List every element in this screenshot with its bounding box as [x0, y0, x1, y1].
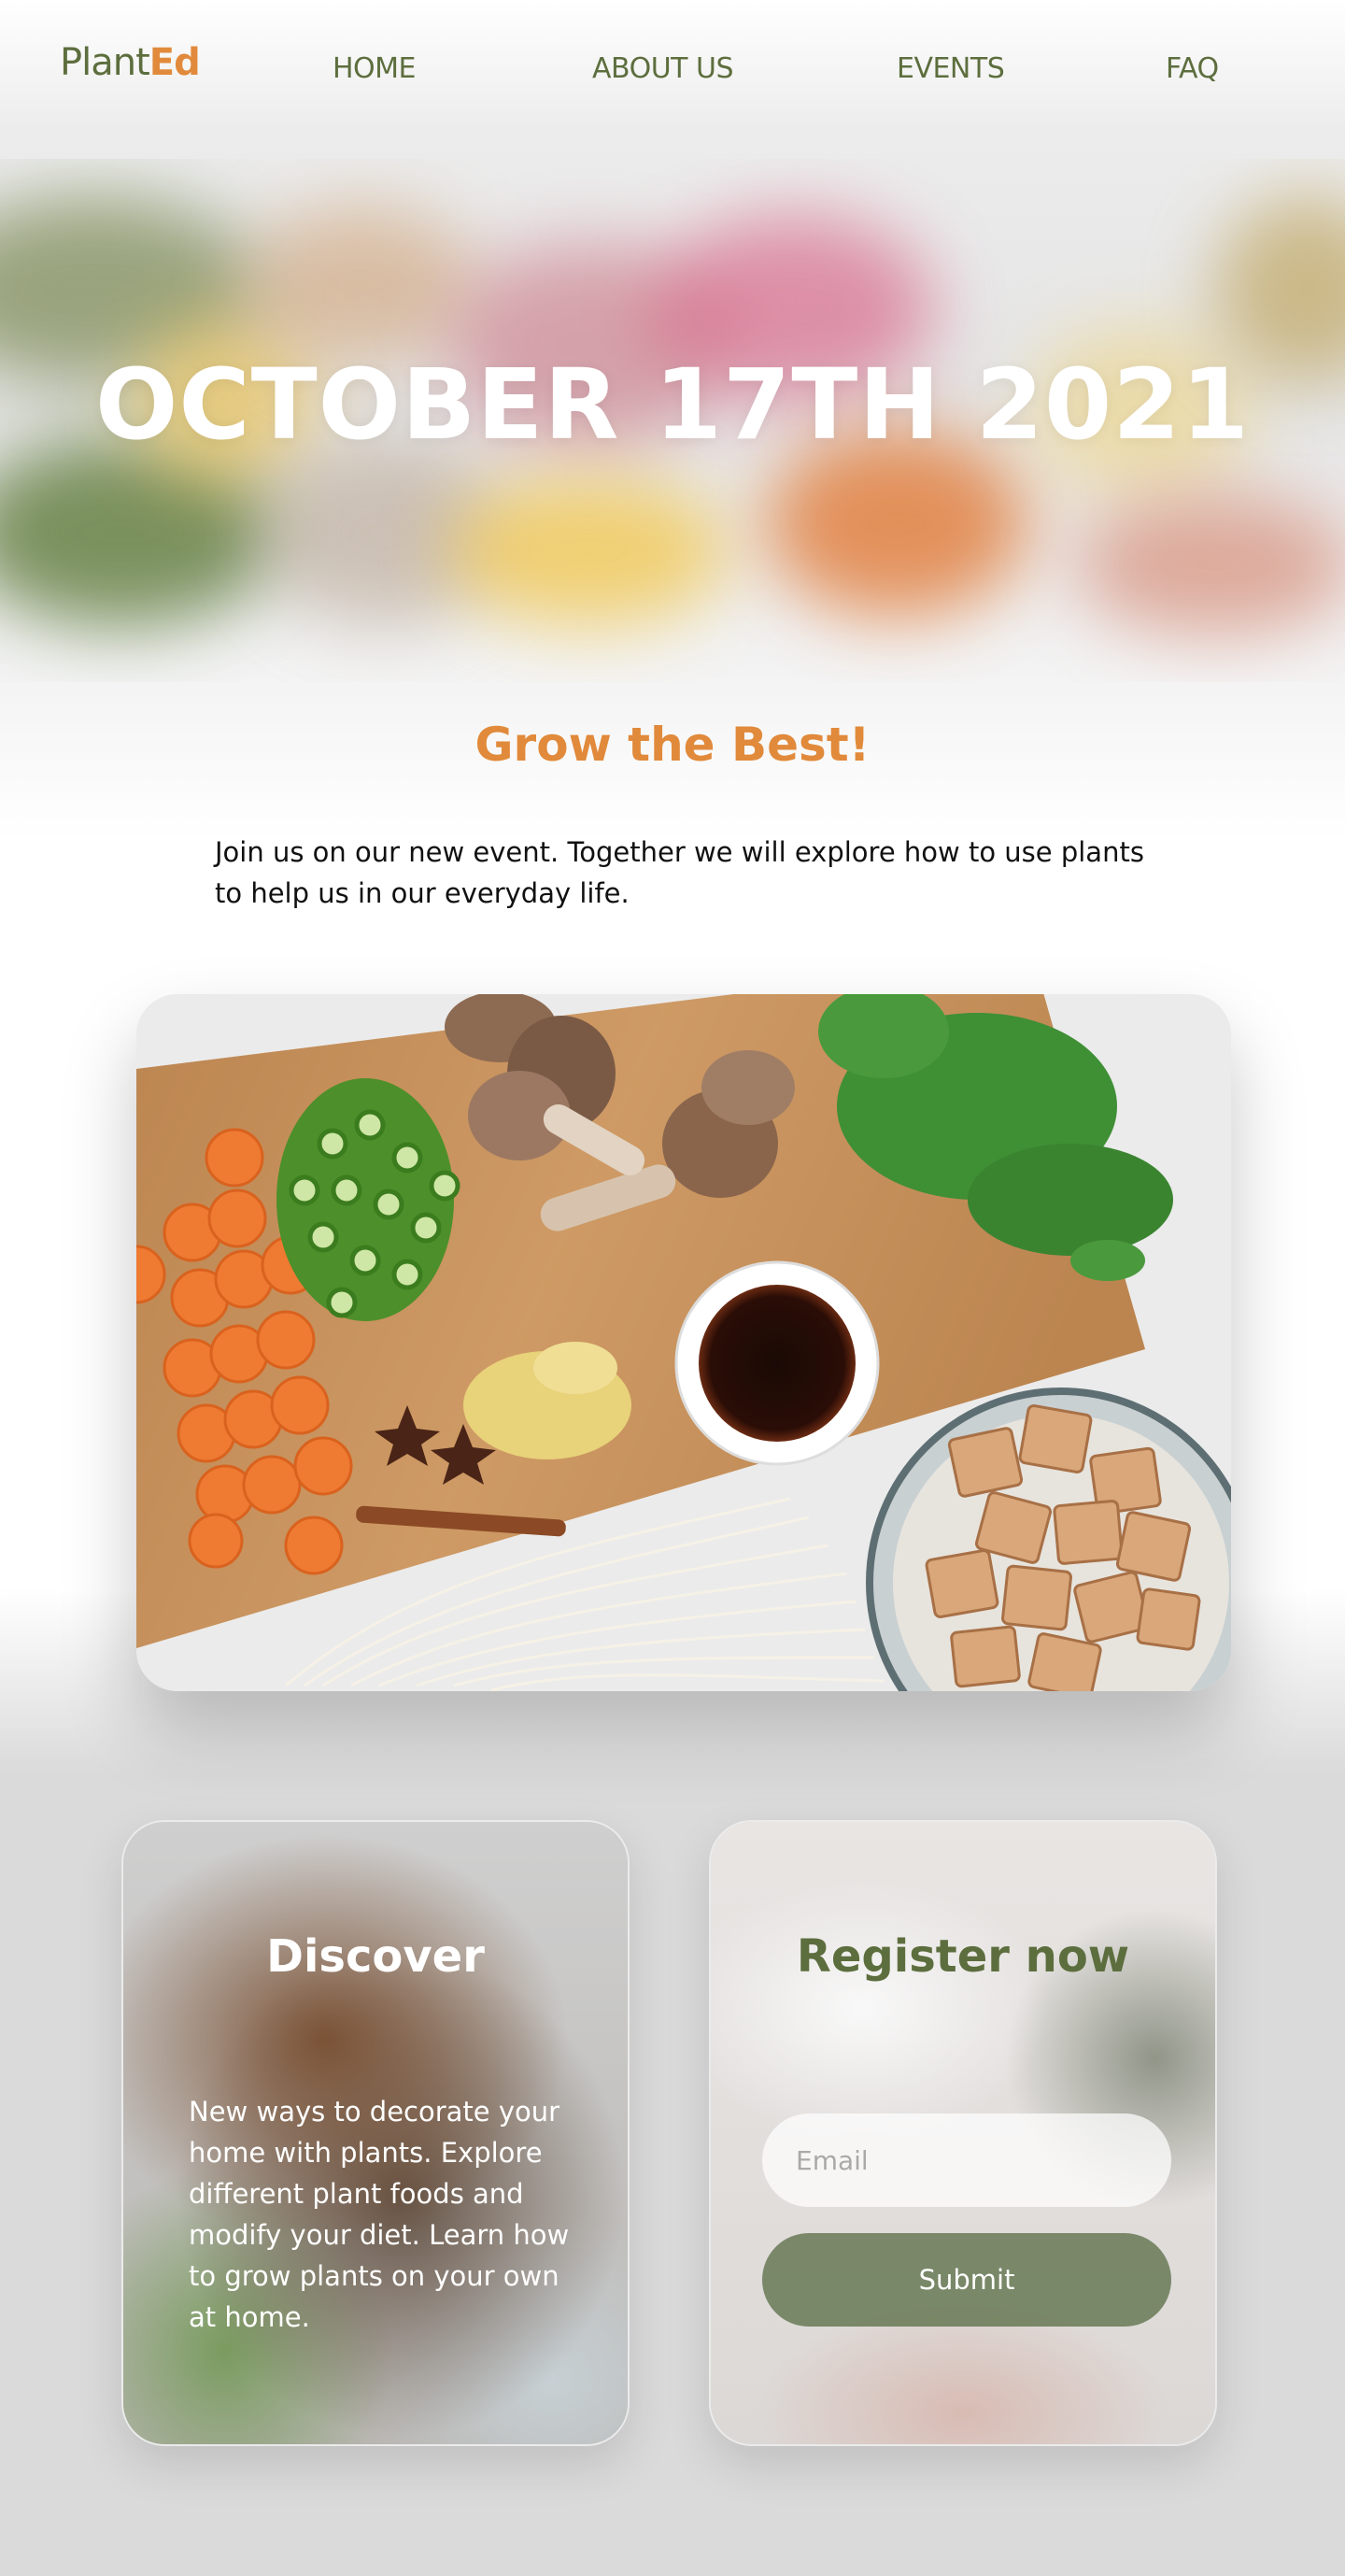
event-date-title: OCTOBER 17TH 2021	[94, 348, 1251, 462]
soy-sauce-bowl	[674, 1260, 880, 1466]
event-intro-text: Join us on our new event. Together we wi…	[215, 836, 1144, 909]
site-header: PlantEd HOME ABOUT US EVENTS FAQ	[0, 0, 1345, 140]
event-subtitle: Grow the Best!	[474, 718, 871, 772]
discover-title: Discover	[266, 1930, 485, 1983]
register-title: Register now	[796, 1930, 1130, 1983]
email-field[interactable]	[762, 2113, 1171, 2207]
discover-card: Discover New ways to decorate your home …	[121, 1820, 630, 2446]
nav-home-link[interactable]: HOME	[333, 52, 417, 85]
register-card: Register now Submit	[709, 1820, 1217, 2446]
nav-faq-link[interactable]: FAQ	[1166, 52, 1219, 85]
submit-button[interactable]: Submit	[762, 2233, 1171, 2327]
food-photo	[136, 994, 1231, 1691]
nav-events-link[interactable]: EVENTS	[897, 52, 1005, 85]
logo-text-plant: Plant	[60, 41, 150, 84]
nav-about-us-link[interactable]: ABOUT US	[592, 52, 734, 85]
discover-text: New ways to decorate your home with plan…	[189, 2096, 570, 2333]
logo[interactable]: PlantEd	[60, 41, 201, 84]
logo-text-ed: Ed	[149, 41, 201, 84]
